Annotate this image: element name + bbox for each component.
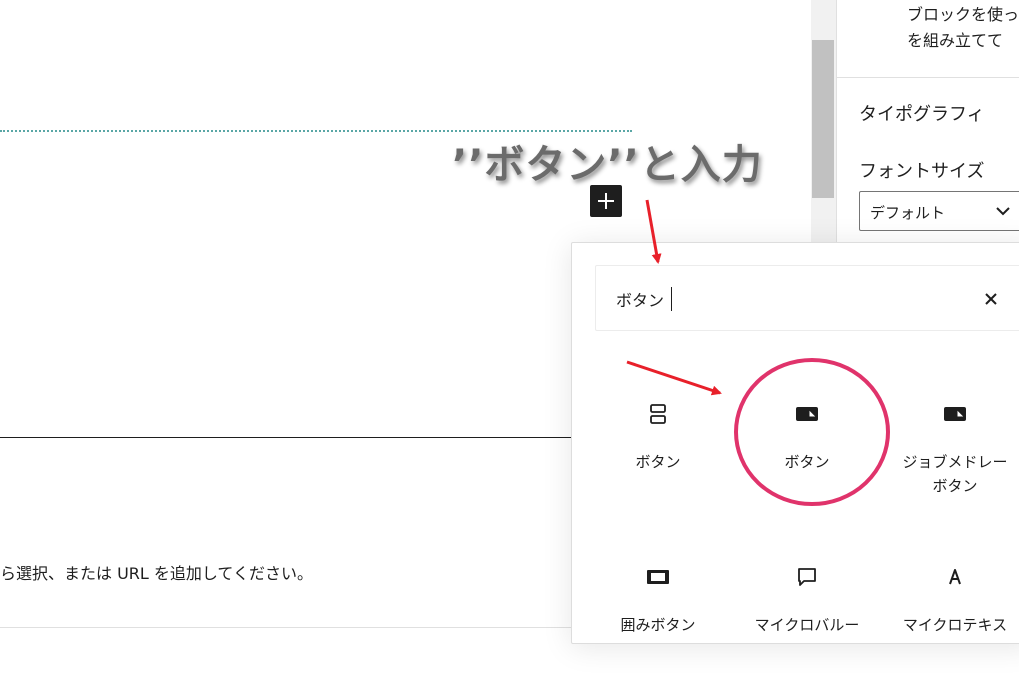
- text-caret: [671, 287, 672, 311]
- clear-search-button[interactable]: [976, 284, 1006, 314]
- block-item-label: ボタン: [784, 453, 830, 471]
- buttons-icon: [650, 404, 666, 424]
- annotation-caption: ’’ボタン’’と入力: [452, 142, 763, 188]
- block-inserter-button[interactable]: [590, 185, 622, 217]
- scrollbar-thumb[interactable]: [812, 40, 834, 198]
- block-item-boxed-button[interactable]: 囲みボタン: [588, 565, 728, 685]
- sidebar-divider: [837, 77, 1019, 78]
- chevron-down-icon: [996, 207, 1010, 216]
- block-item-micro-text[interactable]: マイクロテキス: [885, 565, 1019, 685]
- block-item-label-line2: ボタン: [932, 477, 978, 495]
- block-placeholder-text: ら選択、または URL を追加してください。: [0, 564, 313, 583]
- font-size-select[interactable]: デフォルト: [859, 191, 1019, 231]
- block-item-label: ボタン: [635, 453, 681, 471]
- close-icon: [985, 293, 997, 305]
- typography-panel-heading[interactable]: タイポグラフィ: [859, 100, 985, 126]
- block-item-label: 囲みボタン: [620, 616, 696, 634]
- letter-a-icon: [949, 569, 961, 585]
- speech-bubble-icon: [798, 568, 816, 586]
- block-search-input[interactable]: [616, 286, 916, 312]
- font-size-select-value: デフォルト: [870, 204, 946, 222]
- button-icon: [944, 407, 966, 421]
- block-search[interactable]: [595, 265, 1019, 331]
- block-item-buttons[interactable]: ボタン: [588, 402, 728, 522]
- canvas-divider: [0, 627, 575, 628]
- block-item-label: マイクロテキス: [902, 616, 1008, 634]
- block-item-button[interactable]: ボタン: [737, 402, 877, 522]
- block-description: ブロックを使っ を組み立てて: [907, 5, 1019, 50]
- block-item-label-line1: ジョブメドレー: [902, 453, 1008, 471]
- block-item-jobmedley-button[interactable]: ジョブメドレー ボタン: [885, 402, 1019, 522]
- block-item-micro-balloon[interactable]: マイクロバルー: [737, 565, 877, 685]
- button-icon: [796, 407, 818, 421]
- font-size-label: フォントサイズ: [859, 161, 985, 182]
- block-separator-solid: [0, 437, 575, 438]
- block-item-label: マイクロバルー: [754, 616, 860, 634]
- plus-icon: [598, 193, 614, 209]
- boxed-button-icon: [647, 570, 669, 584]
